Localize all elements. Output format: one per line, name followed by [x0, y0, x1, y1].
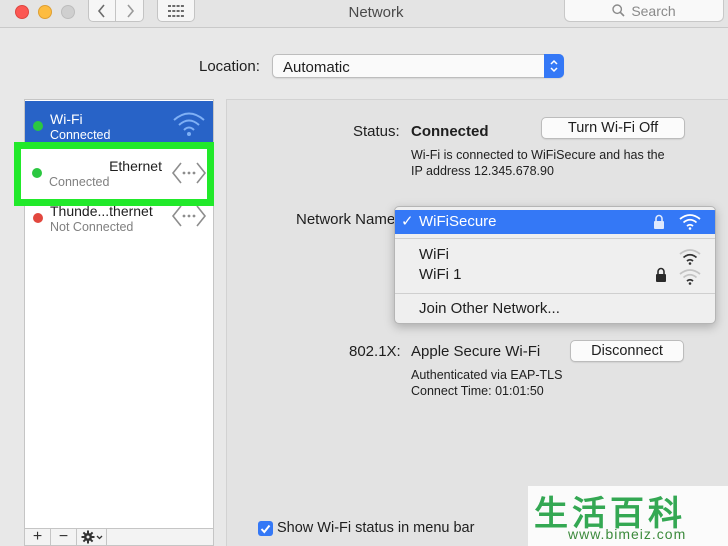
updown-chevron-icon [550, 59, 558, 73]
lock-icon [656, 267, 666, 282]
service-status: Not Connected [50, 220, 134, 234]
location-select[interactable]: Automatic [272, 54, 564, 78]
network-option-label: WiFiSecure [419, 213, 497, 230]
status-value: Connected [411, 123, 489, 140]
watermark-url: www.bimeiz.com [568, 526, 687, 542]
ethernet-icon [171, 205, 207, 227]
remove-service-button[interactable]: − [51, 528, 77, 546]
show-status-label: Show Wi-Fi status in menu bar [277, 520, 475, 536]
wifi-signal-icon [679, 249, 701, 265]
dropdown-separator [395, 293, 715, 294]
auth-desc-1: Authenticated via EAP-TLS [411, 368, 563, 382]
gear-icon [81, 530, 102, 544]
network-option-wifi[interactable]: WiFi [419, 246, 449, 263]
auth-label: 802.1X: [349, 343, 401, 360]
auth-desc-2: Connect Time: 01:01:50 [411, 384, 544, 398]
search-placeholder: Search [631, 2, 676, 19]
lock-icon [654, 214, 664, 229]
status-desc-2: IP address 12.345.678.90 [411, 164, 554, 178]
status-desc-1: Wi-Fi is connected to WiFiSecure and has… [411, 148, 665, 162]
dropdown-separator [395, 238, 715, 239]
service-name: Ethernet [109, 158, 162, 174]
search-icon [612, 4, 625, 17]
turn-wifi-off-button[interactable]: Turn Wi-Fi Off [541, 117, 685, 139]
auth-value: Apple Secure Wi-Fi [411, 343, 541, 360]
sidebar-toolbar: + − [24, 528, 214, 546]
ethernet-icon [171, 162, 207, 184]
status-dot [32, 168, 42, 178]
service-name: Wi-Fi [50, 111, 83, 127]
action-menu-button[interactable] [77, 528, 107, 546]
add-service-button[interactable]: + [25, 528, 51, 546]
network-name-label: Network Name [296, 211, 396, 228]
location-stepper[interactable] [544, 54, 564, 78]
join-other-network[interactable]: Join Other Network... [419, 300, 560, 317]
status-dot [33, 121, 43, 131]
location-label: Location: [199, 58, 260, 75]
wifi-signal-icon [679, 269, 701, 285]
location-value: Automatic [283, 59, 350, 76]
status-label: Status: [353, 123, 400, 140]
disconnect-button[interactable]: Disconnect [570, 340, 684, 362]
wifi-icon [173, 112, 205, 136]
service-status: Connected [50, 128, 111, 142]
wifi-signal-icon [679, 214, 701, 230]
title-bar: Network Search [0, 0, 728, 28]
show-status-checkbox[interactable] [258, 521, 273, 536]
network-option-wifi-1[interactable]: WiFi 1 [419, 266, 462, 283]
checkmark-icon [260, 524, 271, 534]
checkmark-icon: ✓ [401, 213, 414, 230]
network-name-dropdown[interactable]: ✓ WiFiSecure WiFi WiFi 1 Join Other Netw… [394, 206, 716, 324]
status-dot [33, 213, 43, 223]
ethernet-highlight[interactable]: Ethernet Connected [14, 142, 214, 206]
network-option-selected[interactable]: ✓ WiFiSecure [395, 210, 715, 234]
service-status: Connected [49, 175, 110, 189]
search-field[interactable]: Search [564, 0, 724, 22]
watermark: 生活百科 www.bimeiz.com [528, 486, 728, 546]
service-item-wifi[interactable]: Wi-Fi Connected [25, 101, 213, 147]
